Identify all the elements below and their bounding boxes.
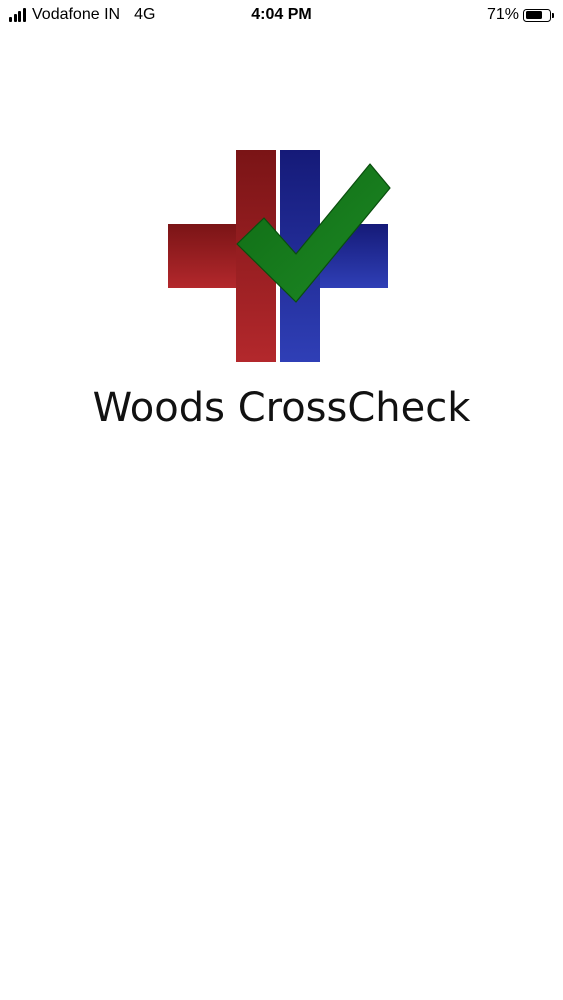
status-time: 4:04 PM xyxy=(251,6,312,23)
battery-icon xyxy=(523,8,551,22)
cross-check-logo-icon xyxy=(164,146,396,366)
battery-percentage: 71% xyxy=(486,6,519,23)
app-title: Woods CrossCheck xyxy=(92,385,471,431)
status-right: 71% xyxy=(487,5,554,25)
battery-cap xyxy=(552,12,554,18)
battery-level-fill xyxy=(525,11,542,19)
status-bar: Vodafone IN 4G 4:04 PM 71% xyxy=(0,0,563,30)
logo-graphic xyxy=(168,150,391,362)
